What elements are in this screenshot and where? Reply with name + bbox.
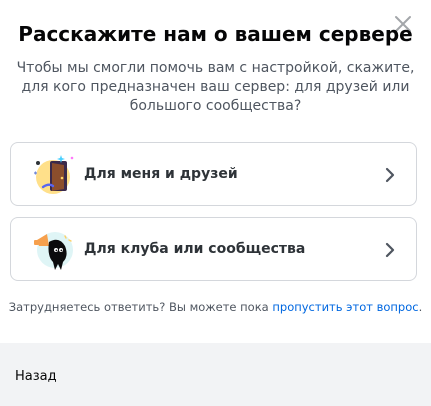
skip-hint: Затрудняетесь ответить? Вы можете пока п…	[0, 300, 431, 314]
back-button[interactable]: Назад	[15, 369, 57, 384]
modal-footer: Назад	[0, 343, 431, 406]
chevron-right-icon	[384, 240, 396, 260]
option-label: Для меня и друзей	[84, 166, 238, 182]
modal-title: Расскажите нам о вашем сервере	[18, 22, 413, 46]
option-label: Для клуба или сообщества	[84, 241, 306, 257]
chevron-right-icon	[384, 165, 396, 185]
modal-subtitle: Чтобы мы смогли помочь вам с настройкой,…	[16, 60, 415, 114]
option-me-and-friends[interactable]: Для меня и друзей	[10, 142, 417, 206]
create-server-modal: Расскажите нам о вашем сервере Чтобы мы …	[0, 0, 431, 406]
skip-hint-text: Затрудняетесь ответить? Вы можете пока	[8, 300, 273, 314]
option-club-or-community[interactable]: Для клуба или сообщества	[10, 217, 417, 281]
skip-hint-suffix: .	[418, 300, 423, 314]
skip-question-link[interactable]: пропустить этот вопрос	[272, 300, 418, 314]
megaphone-creature-icon	[31, 226, 79, 274]
door-illustration-icon	[31, 151, 79, 199]
